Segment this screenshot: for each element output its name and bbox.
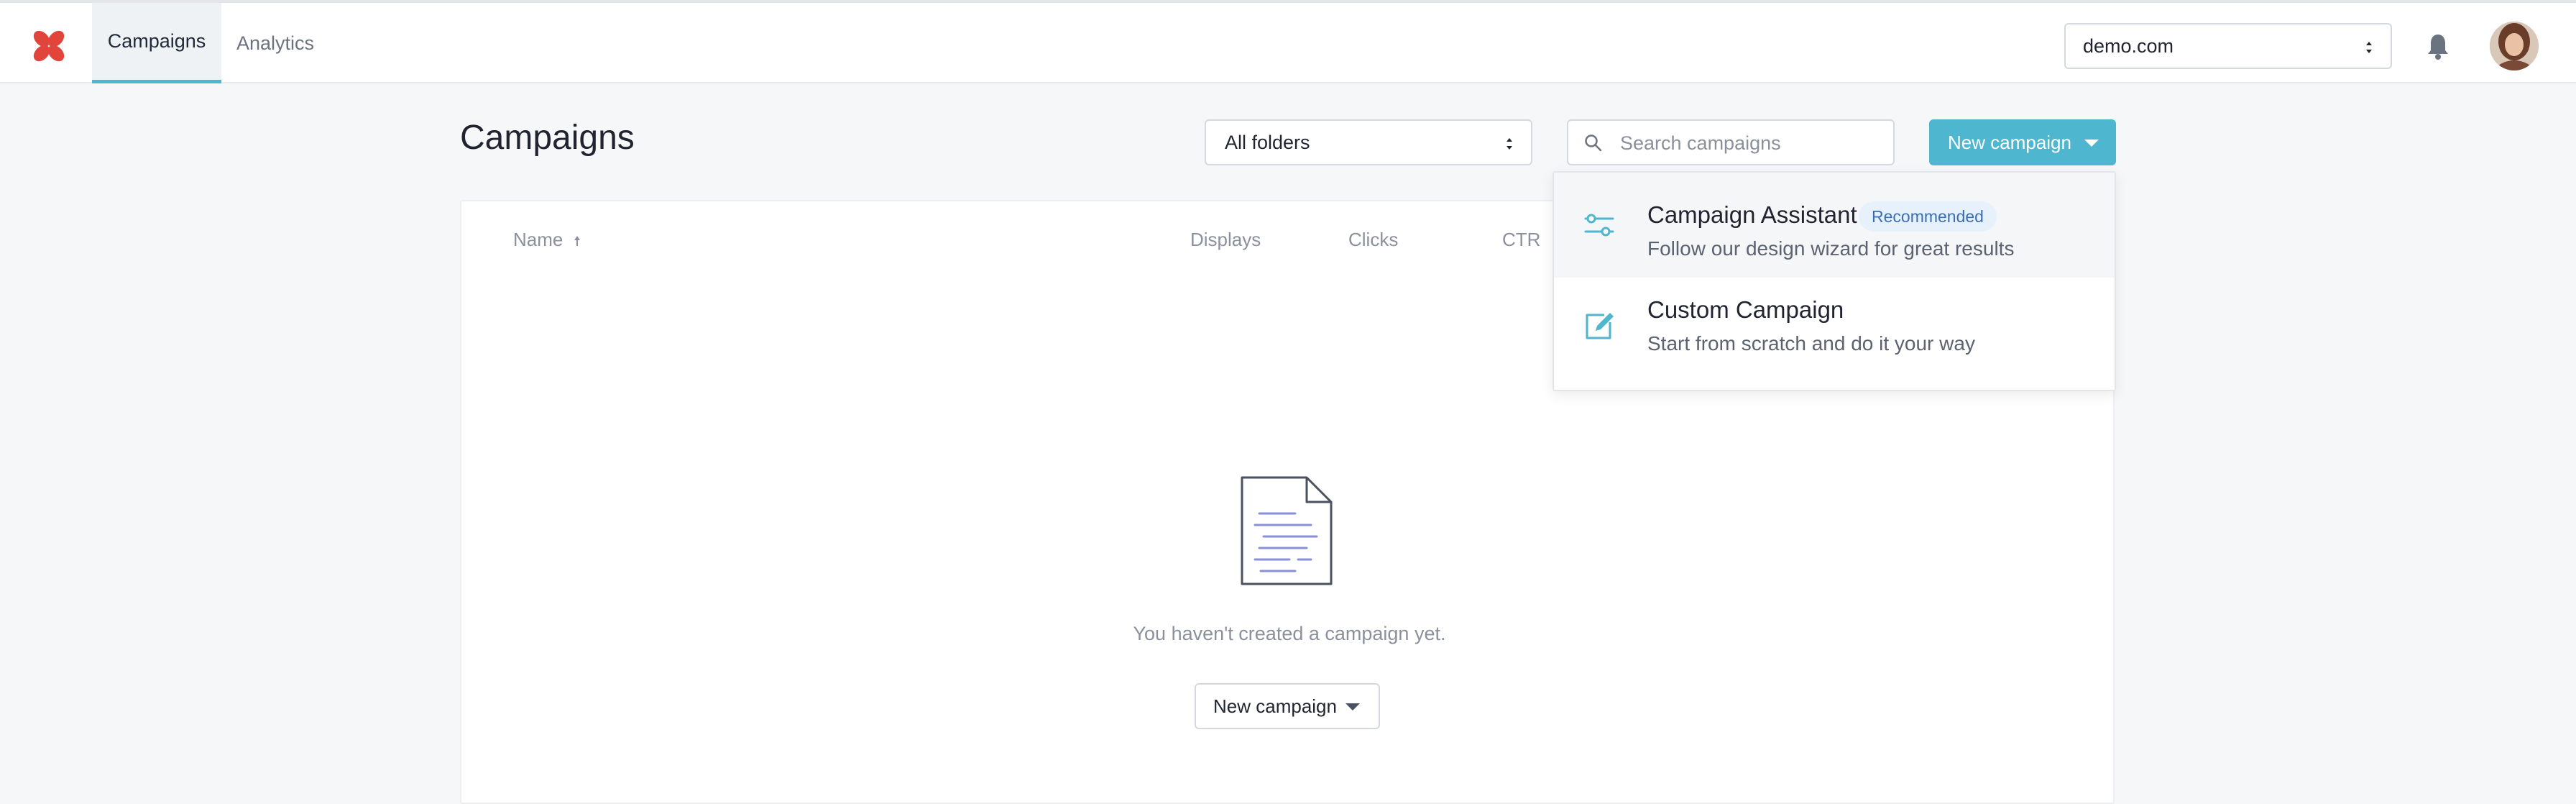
- column-header-ctr[interactable]: CTR: [1502, 229, 1540, 251]
- folder-select-value: All folders: [1225, 131, 1310, 153]
- column-header-name-label: Name: [513, 229, 564, 250]
- updown-chevron-icon: [1506, 138, 1512, 150]
- search-icon: [1585, 134, 1602, 152]
- column-header-clicks[interactable]: Clicks: [1348, 229, 1398, 251]
- caret-down-icon: [1346, 703, 1360, 711]
- empty-state-message: You haven't created a campaign yet.: [1133, 623, 1446, 644]
- new-campaign-button-label: New campaign: [1948, 131, 2071, 153]
- updown-chevron-icon: [2366, 42, 2372, 53]
- empty-state-new-campaign-button[interactable]: New campaign: [1195, 683, 1380, 729]
- menu-item-campaign-assistant[interactable]: Campaign Assistant Recommended Follow ou…: [1554, 173, 2115, 278]
- bell-icon[interactable]: [2425, 32, 2451, 60]
- search-box[interactable]: [1567, 119, 1895, 165]
- logo-icon[interactable]: [32, 29, 66, 63]
- column-header-displays[interactable]: Displays: [1190, 229, 1261, 251]
- avatar[interactable]: [2490, 22, 2539, 70]
- domain-select-value: demo.com: [2083, 35, 2174, 57]
- edit-icon: [1586, 313, 1614, 339]
- tab-campaigns-label: Campaigns: [107, 30, 206, 52]
- tab-analytics[interactable]: Analytics: [221, 3, 329, 83]
- tab-analytics-label: Analytics: [236, 32, 315, 54]
- folder-select[interactable]: All folders: [1205, 119, 1532, 165]
- recommended-badge: Recommended: [1859, 201, 1997, 232]
- caret-down-icon: [2084, 140, 2099, 147]
- new-campaign-button[interactable]: New campaign: [1929, 119, 2116, 165]
- search-input[interactable]: [1619, 121, 1880, 165]
- menu-item-custom-campaign[interactable]: Custom Campaign Start from scratch and d…: [1554, 278, 2115, 383]
- menu-item-campaign-assistant-subtitle: Follow our design wizard for great resul…: [1647, 237, 2015, 260]
- menu-item-custom-campaign-title: Custom Campaign: [1647, 296, 1844, 323]
- domain-select[interactable]: demo.com: [2064, 23, 2392, 69]
- tab-campaigns[interactable]: Campaigns: [92, 3, 221, 83]
- sliders-icon: [1584, 214, 1614, 237]
- new-campaign-dropdown: Campaign Assistant Recommended Follow ou…: [1552, 171, 2116, 391]
- avatar-image: [2490, 22, 2539, 70]
- sort-arrow-up-icon: [574, 236, 580, 246]
- empty-state-new-campaign-label: New campaign: [1213, 695, 1337, 717]
- top-bar: Campaigns Analytics demo.com: [0, 0, 2576, 83]
- menu-item-campaign-assistant-title: Campaign Assistant: [1647, 201, 1857, 228]
- menu-item-custom-campaign-subtitle: Start from scratch and do it your way: [1647, 332, 1975, 355]
- empty-document-icon: [1241, 476, 1333, 585]
- column-header-name[interactable]: Name: [513, 229, 581, 251]
- page-title: Campaigns: [460, 119, 635, 157]
